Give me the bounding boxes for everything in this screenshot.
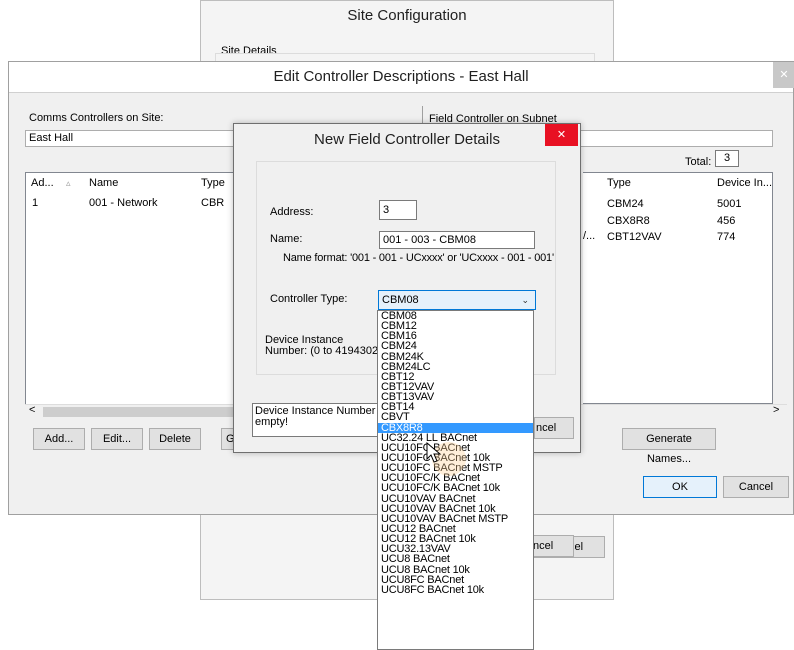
dropdown-option[interactable]: UCU12 BACnet <box>378 524 533 534</box>
chevron-down-icon: ⌄ <box>521 295 529 305</box>
dropdown-option[interactable]: CBM24K <box>378 352 533 362</box>
device-instance-range-label: Number: (0 to 4194302) <box>265 345 382 357</box>
row-device-instance: 774 <box>717 231 736 243</box>
table-row[interactable]: CBM24 5001 <box>583 196 773 210</box>
col-address[interactable]: Ad... <box>31 173 54 193</box>
new-dialog-title: New Field Controller Details <box>314 131 500 148</box>
address-label: Address: <box>270 206 314 218</box>
table-row[interactable]: CBT12VAV 774 <box>583 229 773 243</box>
cancel-button[interactable]: Cancel <box>723 476 789 498</box>
dropdown-option[interactable]: UCU12 BACnet 10k <box>378 534 533 544</box>
row-name: 001 - Network <box>89 197 158 209</box>
row-type: CBM24 <box>607 198 644 210</box>
col-name[interactable]: Name <box>89 173 118 193</box>
row-device-instance: 5001 <box>717 198 742 210</box>
row-type: CBR <box>201 197 225 209</box>
site-config-cancel-partial[interactable]: ncel <box>528 535 574 557</box>
name-input[interactable]: 001 - 003 - CBM08 <box>379 231 535 249</box>
row-type: CBT12VAV <box>607 231 662 243</box>
total-label: Total: <box>685 156 712 168</box>
sort-icon: ▵ <box>66 178 71 188</box>
dropdown-option[interactable]: UCU10FC/K BACnet 10k <box>378 483 533 493</box>
close-icon: ✕ <box>779 69 789 81</box>
scroll-left-arrow[interactable]: < <box>29 404 35 416</box>
dropdown-option[interactable]: CBM24LC <box>378 362 533 372</box>
scroll-thumb[interactable] <box>43 407 243 417</box>
new-dialog-close-button[interactable]: ✕ <box>545 124 578 146</box>
dropdown-option[interactable]: CBT14 <box>378 402 533 412</box>
new-dialog-cancel-button[interactable]: ncel <box>534 417 574 439</box>
dropdown-option[interactable]: CBM12 <box>378 321 533 331</box>
controller-type-label: Controller Type: <box>270 293 348 305</box>
name-label: Name: <box>270 233 303 245</box>
delete-button[interactable]: Delete <box>149 428 201 450</box>
total-value: 3 <box>715 150 739 167</box>
generate-names-button[interactable]: Generate Names... <box>622 428 716 465</box>
dropdown-option[interactable]: CBX8R8 <box>378 422 533 433</box>
row-type: CBX8R8 <box>607 215 650 227</box>
error-message-box: Device Instance Number mu empty! <box>252 403 382 437</box>
close-icon: ✕ <box>556 129 567 141</box>
dropdown-option[interactable]: UCU8FC BACnet 10k <box>378 585 533 595</box>
edit-button[interactable]: Edit... <box>91 428 143 450</box>
edit-dialog-close-button[interactable]: ✕ <box>773 62 794 88</box>
dropdown-option[interactable]: CBT13VAV <box>378 392 533 402</box>
table-row[interactable]: CBX8R8 456 <box>583 213 773 227</box>
dropdown-option[interactable]: CBM08 <box>378 311 533 321</box>
dropdown-option[interactable]: UCU8 BACnet 10k <box>378 565 533 575</box>
name-format-hint: Name format: '001 - 001 - UCxxxx' or 'UC… <box>283 252 554 264</box>
dropdown-option[interactable]: UCU8FC BACnet <box>378 575 533 585</box>
dropdown-option[interactable]: CBVT <box>378 412 533 422</box>
row-device-instance: 456 <box>717 215 736 227</box>
col-field-type[interactable]: Type <box>607 173 631 193</box>
dropdown-option[interactable]: UCU10VAV BACnet 10k <box>378 504 533 514</box>
dropdown-option[interactable]: CBT12 <box>378 372 533 382</box>
site-configuration-title: Site Configuration <box>347 7 467 24</box>
dropdown-option[interactable]: UCU10VAV BACnet MSTP <box>378 514 533 524</box>
dropdown-option[interactable]: UCU10VAV BACnet <box>378 494 533 504</box>
dropdown-option[interactable]: CBM16 <box>378 331 533 341</box>
table-row[interactable]: 1 001 - Network CBR <box>26 195 256 211</box>
dropdown-option[interactable]: UCU8 BACnet <box>378 554 533 564</box>
comms-controllers-label: Comms Controllers on Site: <box>29 112 164 124</box>
row-address: 1 <box>32 197 39 209</box>
dropdown-option[interactable]: CBT12VAV <box>378 382 533 392</box>
col-type[interactable]: Type <box>201 173 225 193</box>
controller-type-select[interactable]: CBM08 ⌄ <box>378 290 536 310</box>
address-input[interactable]: 3 <box>379 200 417 220</box>
ok-button[interactable]: OK <box>643 476 717 498</box>
dropdown-option[interactable]: UCU32.13VAV <box>378 544 533 554</box>
edit-dialog-title: Edit Controller Descriptions - East Hall <box>9 62 793 93</box>
mouse-cursor <box>426 442 466 482</box>
dropdown-option[interactable]: CBM24 <box>378 341 533 351</box>
scroll-right-arrow[interactable]: > <box>773 404 779 416</box>
col-device-instance[interactable]: Device In... <box>717 173 772 193</box>
field-controllers-list[interactable]: Type Device In... /... CBM24 5001 CBX8R8… <box>583 172 773 404</box>
add-button[interactable]: Add... <box>33 428 85 450</box>
